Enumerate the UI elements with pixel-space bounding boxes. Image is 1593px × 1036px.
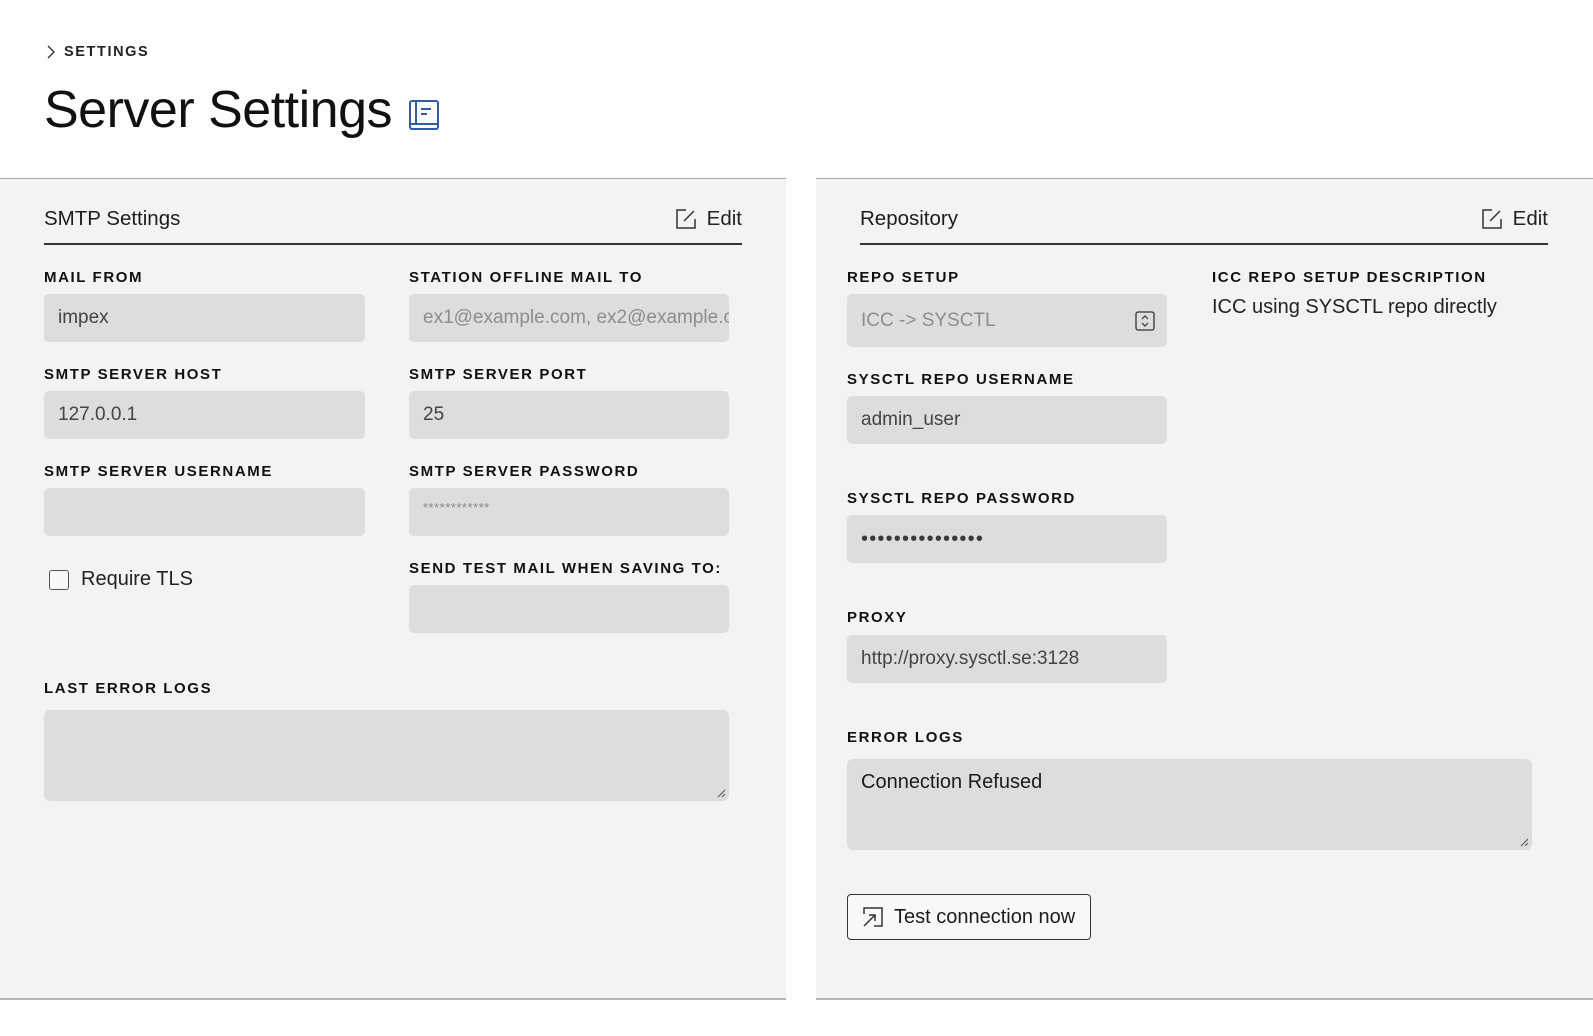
documentation-book-icon[interactable] (408, 99, 440, 131)
repo-setup-description-label: ICC REPO SETUP DESCRIPTION (1212, 269, 1487, 286)
proxy-input[interactable]: http://proxy.sysctl.se:3128 (847, 635, 1167, 683)
station-offline-mail-to-input[interactable]: ex1@example.com, ex2@example.com (409, 294, 729, 342)
require-tls-checkbox-row[interactable]: Require TLS (49, 568, 193, 591)
smtp-password-label: SMTP SERVER PASSWORD (409, 463, 640, 480)
smtp-port-label: SMTP SERVER PORT (409, 366, 588, 383)
smtp-username-input[interactable] (44, 488, 365, 536)
smtp-panel-header: SMTP Settings Edit (44, 201, 742, 245)
test-connection-label: Test connection now (894, 905, 1076, 928)
chevron-right-icon (47, 45, 55, 59)
station-offline-mail-to-label: STATION OFFLINE MAIL TO (409, 269, 644, 286)
repo-setup-label: REPO SETUP (847, 269, 960, 286)
send-test-mail-label: SEND TEST MAIL WHEN SAVING TO: (409, 560, 723, 577)
repo-setup-select[interactable]: ICC -> SYSCTL (847, 294, 1167, 347)
repository-panel-header: Repository Edit (860, 201, 1548, 245)
last-error-logs-textarea[interactable] (44, 710, 729, 801)
smtp-host-input[interactable]: 127.0.0.1 (44, 391, 365, 439)
mail-from-label: MAIL FROM (44, 269, 144, 286)
resize-grip-icon[interactable] (1519, 837, 1529, 847)
select-arrows-icon (1135, 310, 1155, 331)
breadcrumb: SETTINGS (46, 44, 149, 60)
smtp-edit-label: Edit (706, 207, 742, 230)
error-logs-textarea[interactable]: Connection Refused (847, 759, 1532, 850)
repository-edit-label: Edit (1512, 207, 1548, 230)
mail-from-input[interactable]: impex (44, 294, 365, 342)
sysctl-username-label: SYSCTL REPO USERNAME (847, 371, 1075, 388)
error-logs-text: Connection Refused (861, 771, 1043, 793)
repo-setup-value: ICC -> SYSCTL (861, 309, 996, 331)
page-header: Server Settings (44, 80, 440, 140)
require-tls-label: Require TLS (81, 568, 193, 590)
last-error-logs-label: LAST ERROR LOGS (44, 680, 213, 697)
page-title: Server Settings (44, 81, 393, 139)
sysctl-password-input[interactable]: ••••••••••••••• (847, 515, 1167, 563)
smtp-password-input[interactable]: ************ (409, 488, 729, 536)
repository-panel-title: Repository (860, 207, 958, 230)
send-test-mail-input[interactable] (409, 585, 729, 633)
breadcrumb-settings-link[interactable]: SETTINGS (64, 44, 149, 60)
repository-panel: Repository Edit REPO SETUP ICC -> SYSCTL… (816, 178, 1593, 1000)
repo-setup-description-text: ICC using SYSCTL repo directly (1212, 296, 1497, 318)
sysctl-username-input[interactable]: admin_user (847, 396, 1167, 444)
smtp-edit-button[interactable]: Edit (674, 207, 742, 231)
repository-edit-button[interactable]: Edit (1480, 207, 1548, 231)
edit-icon (675, 209, 696, 229)
edit-icon (1481, 209, 1502, 229)
smtp-panel-title: SMTP Settings (44, 207, 181, 230)
sysctl-password-label: SYSCTL REPO PASSWORD (847, 490, 1076, 507)
test-connection-button[interactable]: Test connection now (847, 894, 1092, 940)
smtp-port-input[interactable]: 25 (409, 391, 729, 439)
proxy-label: PROXY (847, 609, 908, 626)
resize-grip-icon[interactable] (716, 788, 726, 798)
external-arrow-icon (863, 907, 883, 927)
error-logs-label: ERROR LOGS (847, 729, 964, 746)
smtp-settings-panel: SMTP Settings Edit MAIL FROM impex STATI… (0, 178, 786, 1000)
require-tls-checkbox[interactable] (49, 569, 69, 590)
smtp-host-label: SMTP SERVER HOST (44, 366, 223, 383)
smtp-username-label: SMTP SERVER USERNAME (44, 463, 273, 480)
